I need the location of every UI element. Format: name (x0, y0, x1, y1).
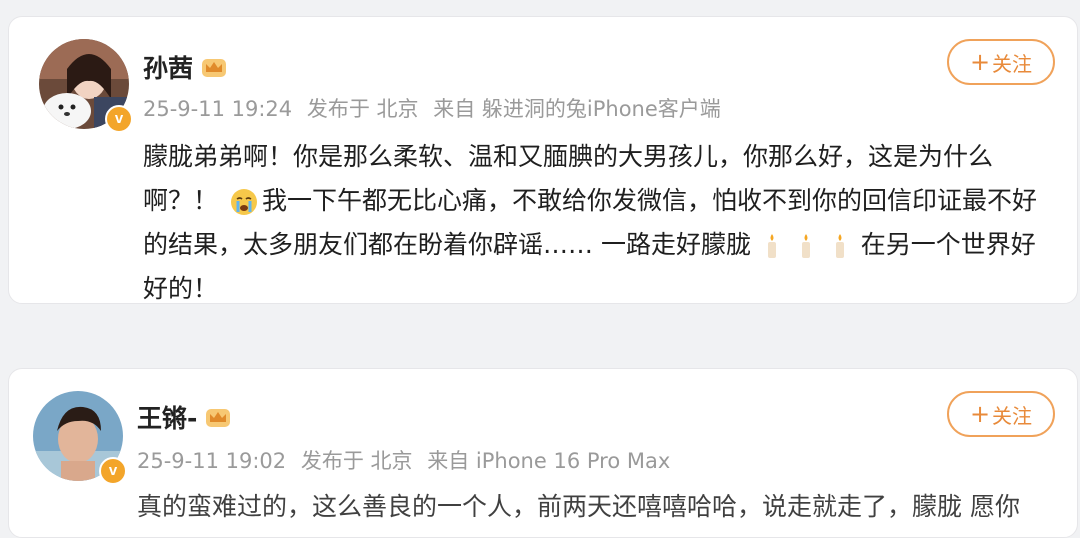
follow-button[interactable]: + 关注 (947, 391, 1055, 437)
candle-emoji (767, 234, 776, 258)
post-card: v 王锵- 25-9-11 19:02 发布于 北京 来自 iPhone 16 … (8, 368, 1078, 538)
avatar[interactable]: v (39, 39, 133, 133)
verified-badge-icon: v (105, 105, 133, 133)
post-content: 真的蛮难过的，这么善良的一个人，前两天还嘻嘻哈哈，说走就走了，朦胧 愿你 (137, 487, 1020, 523)
follow-label: 关注 (992, 403, 1033, 428)
candle-emoji (835, 234, 844, 258)
post-date[interactable]: 25-9-11 19:02 (137, 449, 286, 473)
post-card: v 孙茜 25-9-11 19:24 发布于 北京 来自 躲进洞的兔iPhone… (8, 16, 1078, 304)
post-source: 来自 iPhone 16 Pro Max (427, 449, 671, 473)
crying-emoji (230, 189, 257, 215)
username-text[interactable]: 孙茜 (143, 49, 193, 85)
verified-badge-icon: v (99, 457, 127, 485)
post-meta: 25-9-11 19:02 发布于 北京 来自 iPhone 16 Pro Ma… (137, 445, 678, 475)
post-location: 发布于 北京 (300, 449, 413, 473)
crown-icon (202, 59, 227, 77)
follow-button[interactable]: + 关注 (947, 39, 1055, 85)
post-meta: 25-9-11 19:24 发布于 北京 来自 躲进洞的兔iPhone客户端 (143, 93, 729, 123)
plus-icon: + (969, 400, 991, 428)
username[interactable]: 孙茜 (143, 49, 229, 85)
post-date[interactable]: 25-9-11 19:24 (143, 97, 292, 121)
follow-label: 关注 (992, 51, 1033, 76)
candle-emoji (801, 234, 810, 258)
crown-icon (206, 409, 231, 427)
post-location: 发布于 北京 (306, 97, 419, 121)
post-text-part1: 真的蛮难过的，这么善良的一个人，前两天还嘻嘻哈哈，说走就走了，朦胧 愿你 (137, 492, 1020, 521)
username-text[interactable]: 王锵- (137, 399, 197, 435)
username[interactable]: 王锵- (137, 399, 233, 435)
post-content: 朦胧弟弟啊！你是那么柔软、温和又腼腆的大男孩儿，你那么好，这是为什么啊？！ 我一… (143, 135, 1037, 311)
post-source: 来自 躲进洞的兔iPhone客户端 (433, 97, 721, 121)
avatar[interactable]: v (33, 391, 127, 485)
plus-icon: + (969, 48, 991, 76)
